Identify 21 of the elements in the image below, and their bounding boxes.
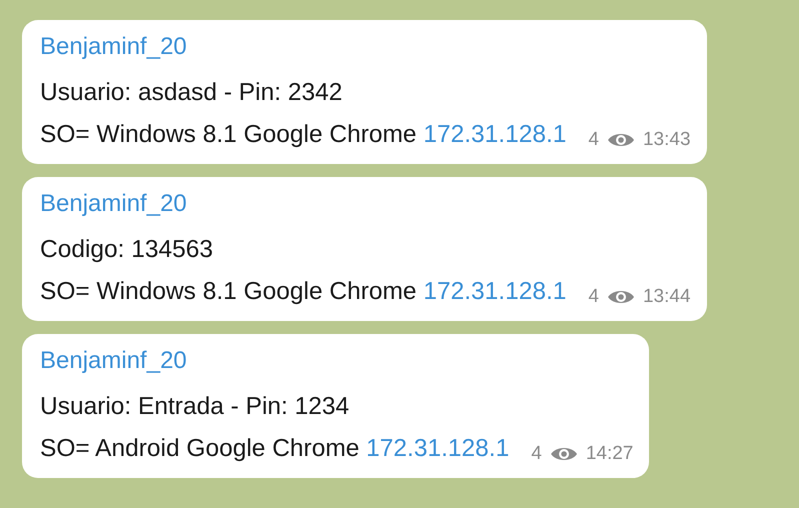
eye-icon [606, 288, 635, 306]
message-time: 13:43 [642, 128, 691, 152]
eye-icon [606, 131, 635, 149]
message-text: SO= Android Google Chrome 172.31.128.1 [40, 434, 510, 464]
eye-icon [550, 445, 578, 463]
message-text: Codigo: 134563 [40, 235, 214, 265]
message-text: Usuario: asdasd - Pin: 2342 [40, 78, 344, 108]
message-text: SO= Windows 8.1 Google Chrome 172.31.128.1 [40, 277, 566, 307]
ip-link[interactable]: 172.31.128.1 [423, 121, 566, 148]
sender-name[interactable]: Benjaminf_20 [40, 187, 691, 221]
sender-name[interactable]: Benjaminf_20 [40, 30, 691, 64]
ip-link[interactable]: 172.31.128.1 [423, 278, 566, 305]
view-count: 4 [531, 442, 542, 466]
view-count: 4 [588, 128, 599, 152]
message-time: 14:27 [586, 442, 634, 466]
ip-link[interactable]: 172.31.128.1 [366, 435, 510, 462]
message-time: 13:44 [642, 284, 691, 309]
message-text: SO= Windows 8.1 Google Chrome 172.31.128.1 [40, 120, 566, 150]
view-count: 4 [588, 284, 599, 309]
sender-name[interactable]: Benjaminf_20 [40, 344, 634, 378]
message-text: Usuario: Entrada - Pin: 1234 [40, 392, 350, 422]
